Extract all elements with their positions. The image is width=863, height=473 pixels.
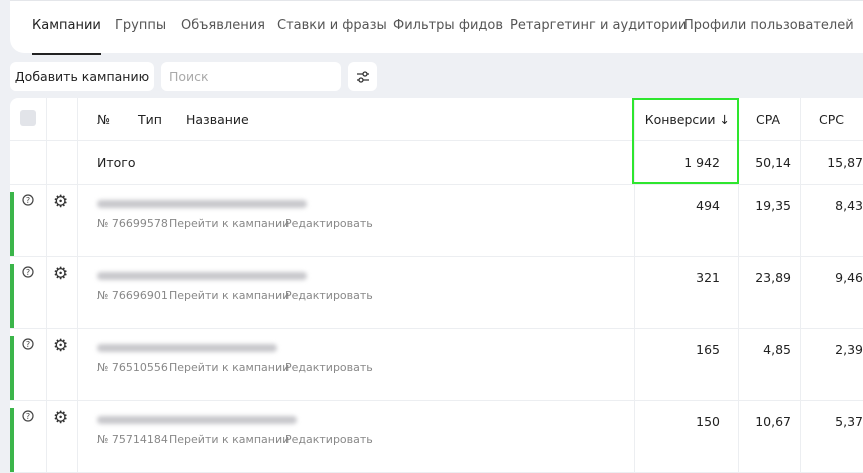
sliders-icon xyxy=(356,70,369,83)
total-cpa: 50,14 xyxy=(755,155,791,170)
conversions-value: 494 xyxy=(696,198,720,213)
status-bar xyxy=(10,408,14,472)
goto-campaign-link[interactable]: Перейти к кампании xyxy=(169,433,289,446)
tab-groups[interactable]: Группы xyxy=(115,18,166,33)
svg-text:?: ? xyxy=(26,412,30,421)
tab-feed-filters[interactable]: Фильтры фидов xyxy=(393,18,503,33)
edit-link[interactable]: Редактировать xyxy=(285,289,373,302)
goto-campaign-link[interactable]: Перейти к кампании xyxy=(169,217,289,230)
campaign-name[interactable] xyxy=(97,272,307,280)
edit-link[interactable]: Редактировать xyxy=(285,433,373,446)
add-campaign-button[interactable]: Добавить кампанию xyxy=(10,62,154,91)
goto-campaign-link[interactable]: Перейти к кампании xyxy=(169,361,289,374)
tab-bids[interactable]: Ставки и фразы xyxy=(277,18,387,33)
header-num[interactable]: № xyxy=(97,112,110,127)
svg-text:?: ? xyxy=(26,268,30,277)
header-cpa[interactable]: CPA xyxy=(756,112,780,127)
total-cpc: 15,87 xyxy=(827,155,863,170)
campaign-name[interactable] xyxy=(97,344,277,352)
gear-icon[interactable]: ⚙ xyxy=(53,192,68,212)
help-icon[interactable]: ? xyxy=(22,338,34,350)
conversions-value: 165 xyxy=(696,342,720,357)
tab-retargeting[interactable]: Ретаргетинг и аудитории xyxy=(510,18,686,33)
filter-settings-button[interactable] xyxy=(348,62,377,91)
status-bar xyxy=(10,192,14,256)
help-icon[interactable]: ? xyxy=(22,194,34,206)
campaign-id: № 76699578 xyxy=(97,217,168,230)
campaign-id: № 75714184 xyxy=(97,433,168,446)
cpa-value: 10,67 xyxy=(755,414,791,429)
cpc-value: 5,37 xyxy=(835,414,863,429)
header-type[interactable]: Тип xyxy=(138,112,162,127)
cpc-value: 8,43 xyxy=(835,198,863,213)
total-label: Итого xyxy=(97,155,136,170)
campaign-name[interactable] xyxy=(97,416,297,424)
cpa-value: 19,35 xyxy=(755,198,791,213)
status-bar xyxy=(10,336,14,400)
svg-text:?: ? xyxy=(26,196,30,205)
gear-icon[interactable]: ⚙ xyxy=(53,408,68,428)
conversions-value: 321 xyxy=(696,270,720,285)
help-icon[interactable]: ? xyxy=(22,266,34,278)
svg-text:?: ? xyxy=(26,340,30,349)
header-cpc[interactable]: CPC xyxy=(819,112,844,127)
cpc-value: 2,39 xyxy=(835,342,863,357)
tab-bar: Кампании Группы Объявления Ставки и фраз… xyxy=(10,0,863,55)
tab-ads[interactable]: Объявления xyxy=(181,18,265,33)
edit-link[interactable]: Редактировать xyxy=(285,361,373,374)
cpc-value: 9,46 xyxy=(835,270,863,285)
campaign-id: № 76510556 xyxy=(97,361,168,374)
help-icon[interactable]: ? xyxy=(22,410,34,422)
edit-link[interactable]: Редактировать xyxy=(285,217,373,230)
conversions-value: 150 xyxy=(696,414,720,429)
goto-campaign-link[interactable]: Перейти к кампании xyxy=(169,289,289,302)
tab-campaigns[interactable]: Кампании xyxy=(32,18,101,55)
cpa-value: 23,89 xyxy=(755,270,791,285)
gear-icon[interactable]: ⚙ xyxy=(53,264,68,284)
header-name[interactable]: Название xyxy=(186,112,249,127)
campaign-id: № 76696901 xyxy=(97,289,168,302)
search-input[interactable]: Поиск xyxy=(161,62,341,91)
select-all-checkbox[interactable] xyxy=(20,110,36,126)
campaign-name[interactable] xyxy=(97,200,307,208)
status-bar xyxy=(10,264,14,328)
gear-icon[interactable]: ⚙ xyxy=(53,336,68,356)
tab-user-profiles[interactable]: Профили пользователей xyxy=(684,18,854,33)
cpa-value: 4,85 xyxy=(763,342,791,357)
highlight-box xyxy=(632,98,739,184)
